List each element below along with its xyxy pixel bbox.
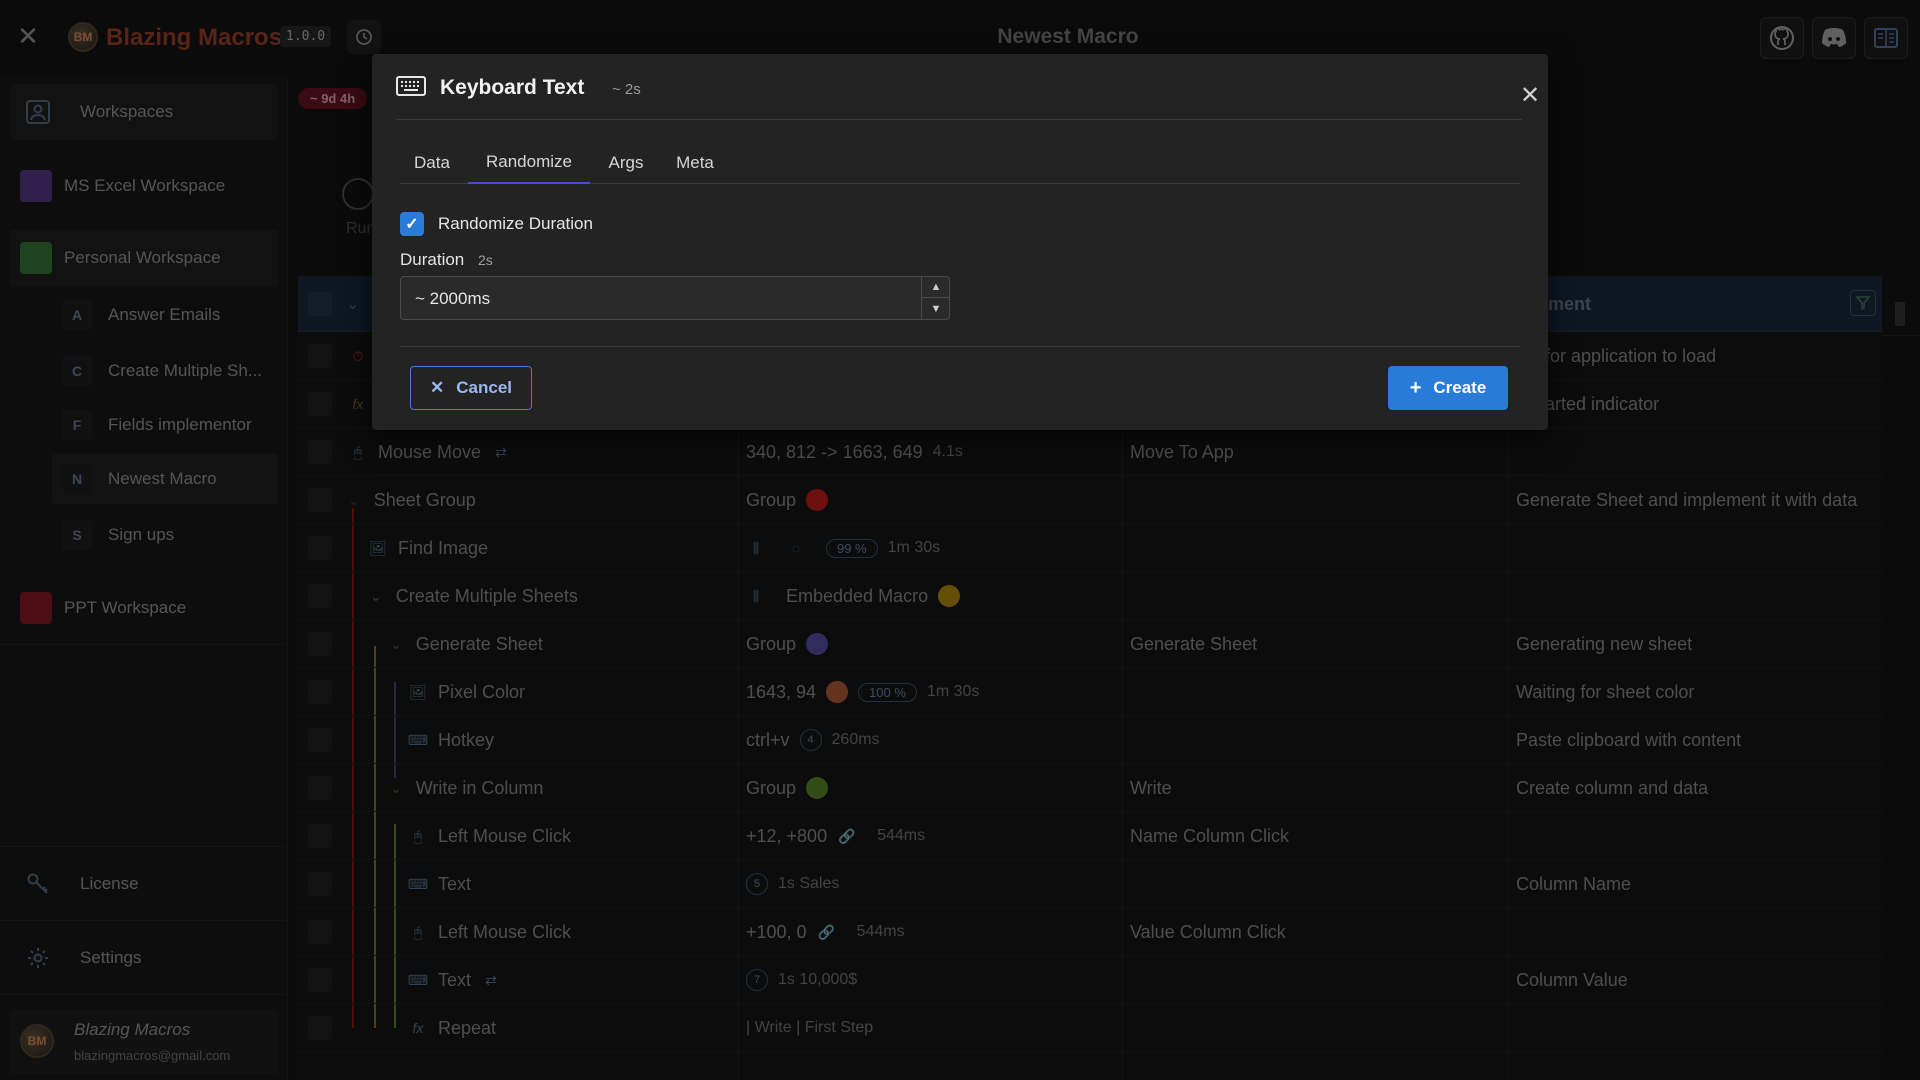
duration-hint: 2s	[478, 252, 493, 268]
duration-input[interactable]: ~ 2000ms ▲ ▼	[400, 276, 950, 320]
duration-value: ~ 2000ms	[415, 289, 491, 308]
app-window: ✕ BM Blazing Macros 1.0.0 Newest Macro W…	[0, 0, 1920, 1080]
create-label: Create	[1433, 378, 1487, 397]
cancel-button[interactable]: ✕ Cancel	[410, 366, 532, 410]
dialog-tabs: Data Randomize Args Meta	[400, 142, 1520, 184]
close-icon[interactable]: ✕	[1516, 82, 1544, 110]
randomize-duration-checkbox[interactable]: ✓	[400, 212, 424, 236]
create-button[interactable]: + Create	[1388, 366, 1508, 410]
chevron-down-icon[interactable]: ▼	[922, 298, 950, 319]
dialog-header: Keyboard Text ~ 2s ✕	[396, 54, 1540, 120]
plus-icon: +	[1409, 376, 1422, 399]
cancel-label: Cancel	[456, 378, 512, 397]
chevron-up-icon[interactable]: ▲	[922, 277, 950, 298]
randomize-duration-option[interactable]: ✓ Randomize Duration	[400, 212, 593, 236]
dialog-subtitle: ~ 2s	[612, 81, 641, 98]
tab-data[interactable]: Data	[400, 142, 464, 184]
tab-meta[interactable]: Meta	[662, 142, 728, 184]
keyboard-text-dialog: Keyboard Text ~ 2s ✕ Data Randomize Args…	[372, 54, 1548, 430]
duration-stepper: ▲ ▼	[921, 277, 950, 319]
randomize-duration-label: Randomize Duration	[438, 214, 593, 233]
tab-randomize[interactable]: Randomize	[468, 142, 590, 184]
close-icon: ✕	[430, 378, 445, 397]
keyboard-icon	[396, 76, 426, 96]
dialog-footer-divider	[400, 346, 1520, 347]
tab-args[interactable]: Args	[598, 142, 654, 184]
duration-label: Duration	[400, 250, 465, 269]
dialog-title: Keyboard Text	[440, 76, 585, 99]
